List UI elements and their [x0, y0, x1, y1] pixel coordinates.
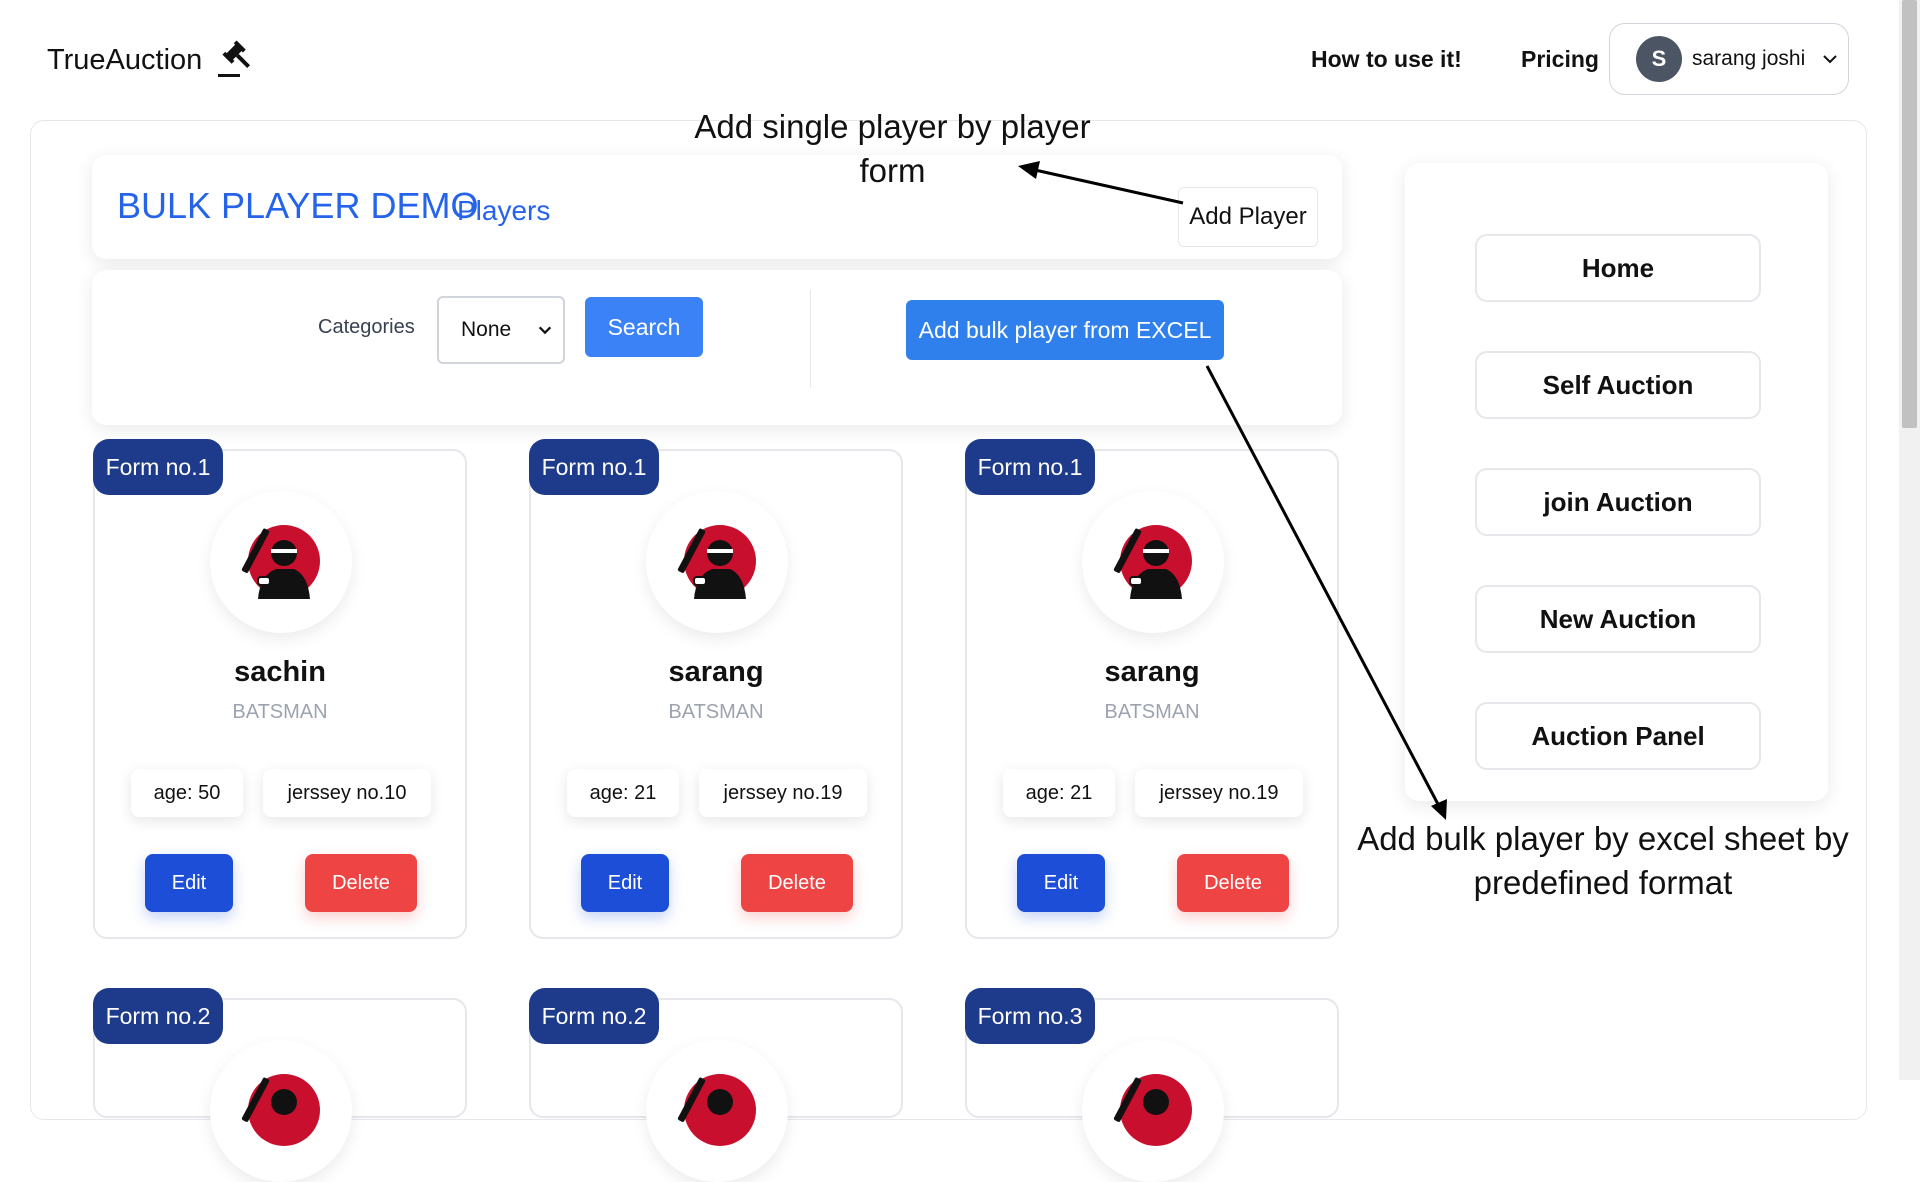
divider [810, 290, 811, 388]
form-badge: Form no.2 [529, 988, 659, 1044]
add-bulk-excel-button[interactable]: Add bulk player from EXCEL [906, 300, 1224, 360]
player-card: Form no.2 [529, 988, 903, 1182]
player-jersey: jerssey no.19 [1135, 769, 1303, 817]
annotation-single-player: Add single player by player form [640, 105, 1145, 193]
page-subtitle: Players [457, 195, 551, 226]
cricket-batsman-icon [677, 1074, 756, 1146]
categories-label: Categories [318, 316, 415, 338]
form-badge: Form no.1 [93, 439, 223, 495]
annotation-line: predefined format [1473, 864, 1733, 901]
avatar: S [1636, 36, 1682, 82]
player-jersey: jerssey no.10 [263, 769, 431, 817]
user-menu-button[interactable]: S sarang joshi [1609, 23, 1849, 95]
page-title: BULK PLAYER DEMO [117, 185, 479, 226]
annotation-line: form [859, 152, 926, 189]
chevron-down-icon [538, 326, 552, 335]
cricket-batsman-icon [677, 525, 756, 599]
delete-button[interactable]: Delete [741, 854, 853, 912]
nav-how-to-use[interactable]: How to use it! [1311, 46, 1462, 73]
player-role: BATSMAN [1104, 701, 1200, 723]
player-avatar [646, 1040, 788, 1182]
player-name: sarang [1104, 656, 1200, 688]
player-card: Form no.1 sachin BATSMAN age: 50 jerssey… [93, 439, 467, 939]
nav-pricing[interactable]: Pricing [1521, 46, 1599, 73]
edit-button[interactable]: Edit [581, 854, 669, 912]
player-card: Form no.1 sarang BATSMAN age: 21 jerssey… [529, 439, 903, 939]
sidebar-item-self-auction[interactable]: Self Auction [1475, 351, 1761, 419]
add-player-button[interactable]: Add Player [1178, 187, 1318, 247]
sidebar-item-home[interactable]: Home [1475, 234, 1761, 302]
cricket-batsman-icon [1113, 1074, 1192, 1146]
cricket-batsman-icon [241, 525, 320, 599]
player-name: sachin [234, 656, 326, 688]
categories-select[interactable]: None [437, 296, 565, 364]
player-card: Form no.2 [93, 988, 467, 1182]
sidebar-item-join-auction[interactable]: join Auction [1475, 468, 1761, 536]
player-avatar [1082, 1040, 1224, 1182]
player-age: age: 50 [131, 769, 243, 817]
search-button[interactable]: Search [585, 297, 703, 357]
annotation-bulk-player: Add bulk player by excel sheet by predef… [1333, 817, 1873, 905]
player-card: Form no.1 sarang BATSMAN age: 21 jerssey… [965, 439, 1339, 939]
form-badge: Form no.1 [529, 439, 659, 495]
form-badge: Form no.3 [965, 988, 1095, 1044]
sidebar: Home Self Auction join Auction New Aucti… [1405, 163, 1828, 801]
player-avatar [646, 491, 788, 633]
delete-button[interactable]: Delete [305, 854, 417, 912]
edit-button[interactable]: Edit [1017, 854, 1105, 912]
cricket-batsman-icon [241, 1074, 320, 1146]
player-name: sarang [668, 656, 764, 688]
player-role: BATSMAN [232, 701, 328, 723]
player-age: age: 21 [1003, 769, 1115, 817]
delete-button[interactable]: Delete [1177, 854, 1289, 912]
annotation-line: Add bulk player by excel sheet by [1357, 820, 1849, 857]
player-avatar [210, 1040, 352, 1182]
player-age: age: 21 [567, 769, 679, 817]
user-name: sarang joshi [1692, 47, 1806, 70]
brand-name: TrueAuction [47, 43, 203, 76]
brand[interactable]: TrueAuction [47, 40, 256, 80]
categories-selected-value: None [461, 318, 512, 341]
chevron-down-icon [1823, 55, 1837, 64]
player-avatar [210, 491, 352, 633]
filter-card: Categories None Search Add bulk player f… [92, 270, 1342, 425]
form-badge: Form no.1 [965, 439, 1095, 495]
gavel-icon [218, 40, 251, 77]
player-avatar [1082, 491, 1224, 633]
player-jersey: jerssey no.19 [699, 769, 867, 817]
player-card: Form no.3 [965, 988, 1339, 1182]
annotation-line: Add single player by player [694, 108, 1091, 145]
player-role: BATSMAN [668, 701, 764, 723]
scrollbar-thumb[interactable] [1902, 0, 1917, 428]
sidebar-item-auction-panel[interactable]: Auction Panel [1475, 702, 1761, 770]
form-badge: Form no.2 [93, 988, 223, 1044]
cricket-batsman-icon [1113, 525, 1192, 599]
sidebar-item-new-auction[interactable]: New Auction [1475, 585, 1761, 653]
edit-button[interactable]: Edit [145, 854, 233, 912]
